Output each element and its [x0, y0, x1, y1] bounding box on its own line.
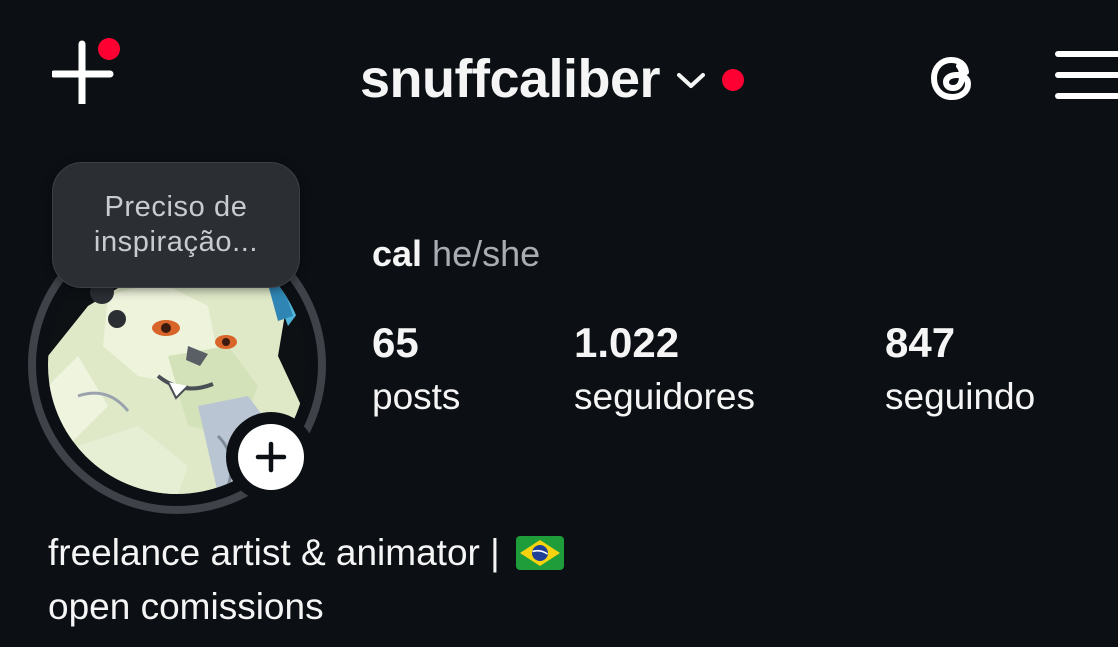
- note-bubble[interactable]: Preciso de inspiração...: [52, 162, 300, 288]
- stat-value: 65: [372, 319, 419, 366]
- notification-dot: [98, 38, 120, 60]
- add-story-button[interactable]: [226, 412, 316, 502]
- account-switcher[interactable]: snuffcaliber: [360, 44, 745, 114]
- account-notification-dot: [722, 69, 745, 91]
- stat-label: posts: [372, 376, 461, 417]
- note-text-line-2: inspiração...: [93, 226, 259, 258]
- stat-label: seguindo: [885, 376, 1036, 417]
- threads-icon: [931, 57, 971, 100]
- brazil-flag-icon: [515, 536, 564, 570]
- plus-icon: [255, 441, 287, 473]
- note-text-line-1: Preciso de: [104, 191, 248, 224]
- add-story-circle: [238, 424, 304, 490]
- pronouns: he/she: [432, 233, 541, 274]
- posts-count[interactable]: 65 posts: [372, 318, 460, 420]
- bio-line-1: freelance artist & animator |: [48, 526, 564, 580]
- threads-button[interactable]: [920, 46, 984, 110]
- bio: freelance artist & animator | open comis…: [48, 526, 564, 634]
- bio-text: open comissions: [48, 586, 324, 627]
- name-row: cal he/she: [372, 232, 540, 276]
- stat-value: 1.022: [574, 319, 680, 366]
- profile-screen: snuffcaliber Preciso de inspiração... ca…: [0, 0, 1118, 647]
- chevron-down-icon: [677, 73, 706, 88]
- note-bubble-tail-small: [108, 310, 126, 328]
- display-name: cal: [372, 233, 423, 274]
- bio-text: freelance artist & animator |: [48, 532, 500, 573]
- stat-label: seguidores: [574, 376, 756, 417]
- following-count[interactable]: 847 seguindo: [885, 318, 1035, 420]
- username: snuffcaliber: [360, 49, 661, 109]
- followers-count[interactable]: 1.022 seguidores: [574, 318, 755, 420]
- stat-value: 847: [885, 319, 956, 366]
- hamburger-menu-icon: [1055, 51, 1118, 99]
- menu-button[interactable]: [1054, 48, 1118, 104]
- bio-line-2: open comissions: [48, 580, 564, 634]
